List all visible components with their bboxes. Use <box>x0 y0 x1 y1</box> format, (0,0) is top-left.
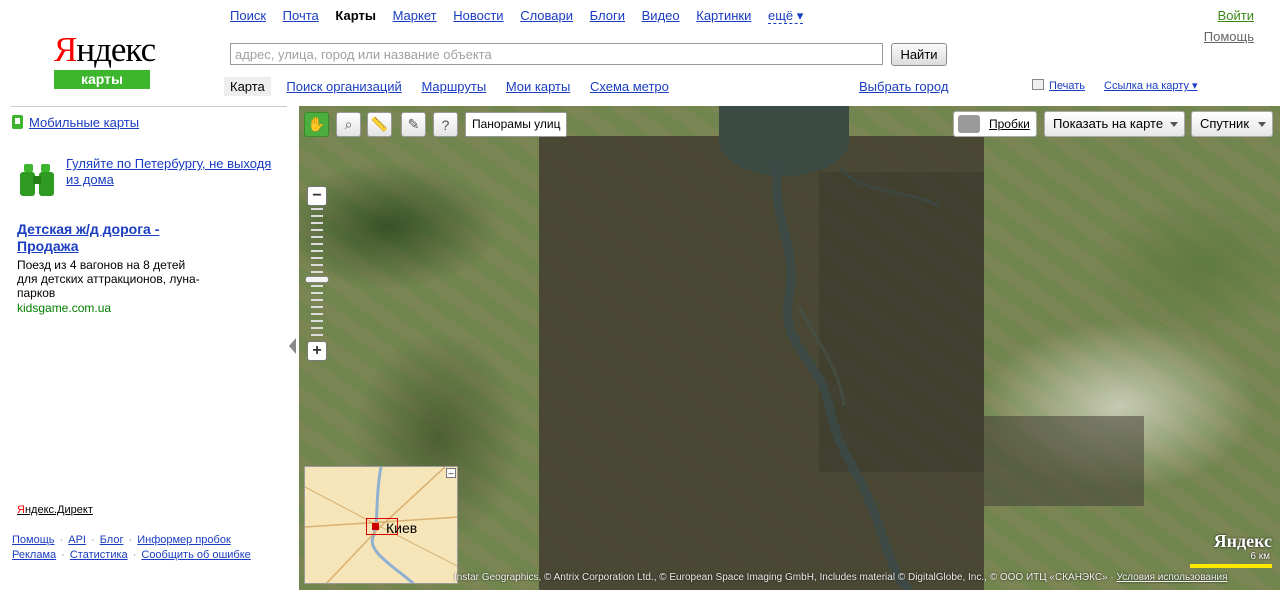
chevron-down-icon <box>1170 122 1178 127</box>
print-label: Печать <box>1049 80 1086 92</box>
ad-domain[interactable]: kidsgame.com.ua <box>17 301 111 315</box>
footer-report-error[interactable]: Сообщить об ошибке <box>141 549 250 561</box>
terms-of-use-link[interactable]: Условия использования <box>1117 572 1228 583</box>
service-market[interactable]: Маркет <box>393 8 437 23</box>
what-is-here-tool-icon[interactable]: ? <box>433 112 458 137</box>
zoom-out-button[interactable]: − <box>307 186 327 206</box>
overview-minimap[interactable]: – Киев <box>304 466 458 584</box>
zoom-slider-track[interactable] <box>311 208 323 338</box>
minimap-collapse-button[interactable]: – <box>446 468 456 478</box>
search-button[interactable]: Найти <box>891 43 947 66</box>
chevron-down-icon <box>1258 122 1266 127</box>
yandex-maps-logo[interactable]: Яндекс карты <box>54 30 156 89</box>
mobile-phone-icon <box>12 115 23 129</box>
scale-bar <box>1190 564 1272 568</box>
login-link[interactable]: Войти <box>1218 8 1254 23</box>
choose-city-link[interactable]: Выбрать город <box>859 79 948 94</box>
panorama-promo-link[interactable]: Гуляйте по Петербургу, не выходя из дома <box>66 156 280 188</box>
tab-org-search[interactable]: Поиск организаций <box>286 79 401 94</box>
zoom-control: − + <box>305 186 329 361</box>
service-dictionaries[interactable]: Словари <box>520 8 573 23</box>
search-input[interactable] <box>230 43 883 65</box>
zoom-in-button[interactable]: + <box>307 341 327 361</box>
app-window: Яндекс карты Поиск Почта Карты Маркет Но… <box>0 0 1280 590</box>
tab-map[interactable]: Карта <box>224 77 271 96</box>
map-tabs: Карта Поиск организаций Маршруты Мои кар… <box>224 77 685 96</box>
street-panoramas-button[interactable]: Панорамы улиц <box>465 112 568 137</box>
sidebar-divider <box>11 106 287 107</box>
mobile-maps-link[interactable]: Мобильные карты <box>12 115 139 130</box>
left-sidebar: Мобильные карты Гуляйте по Петербургу, н… <box>0 106 287 590</box>
print-button[interactable]: Печать <box>1032 79 1085 92</box>
zoom-slider-thumb[interactable] <box>305 276 329 283</box>
service-news[interactable]: Новости <box>453 8 503 23</box>
footer-api[interactable]: API <box>68 534 86 546</box>
footer-blog[interactable]: Блог <box>100 534 124 546</box>
services-more-dropdown[interactable]: ещё ▾ <box>767 8 804 24</box>
scale-label: 6 км <box>1250 551 1270 562</box>
service-search[interactable]: Поиск <box>230 8 266 23</box>
map-link-dropdown[interactable]: Ссылка на карту ▾ <box>1104 79 1198 92</box>
map-brand-logo: Яндекс <box>1213 531 1272 551</box>
footer-help[interactable]: Помощь <box>12 534 55 546</box>
footer-traffic-informer[interactable]: Информер пробок <box>137 534 231 546</box>
map-layer-dropdown[interactable]: Спутник <box>1191 111 1273 137</box>
service-maps-current: Карты <box>335 8 376 23</box>
service-video[interactable]: Видео <box>642 8 680 23</box>
service-mail[interactable]: Почта <box>283 8 319 23</box>
tab-metro-scheme[interactable]: Схема метро <box>590 79 669 94</box>
footer-links-row-1: Помощь · API · Блог · Информер пробок <box>12 534 231 546</box>
services-nav: Поиск Почта Карты Маркет Новости Словари… <box>230 8 816 24</box>
traffic-toggle[interactable]: Пробки <box>953 111 1037 137</box>
binoculars-icon[interactable] <box>18 162 56 198</box>
bubble-placemark-tool-icon[interactable]: ✎ <box>401 112 426 137</box>
hand-drag-tool[interactable]: ✋ <box>304 112 329 137</box>
footer-statistics[interactable]: Статистика <box>70 549 128 561</box>
help-link[interactable]: Помощь <box>1204 29 1254 44</box>
collapse-sidebar-arrow-icon[interactable] <box>289 338 296 354</box>
logo-wordmark: Яндекс <box>54 30 156 69</box>
printer-icon <box>1032 79 1044 90</box>
traffic-light-icon <box>958 115 980 133</box>
tab-my-maps[interactable]: Мои карты <box>506 79 571 94</box>
footer-advertising[interactable]: Реклама <box>12 549 56 561</box>
map-copyright: Instar Geographics, © Antrix Corporation… <box>454 572 1228 583</box>
traffic-label: Пробки <box>989 117 1030 131</box>
logo-subtitle: карты <box>54 70 150 89</box>
minimap-city-label: Киев <box>386 520 418 536</box>
footer-links-row-2: Реклама · Статистика · Сообщить об ошибке <box>12 549 251 561</box>
yandex-direct-link[interactable]: Яндекс.Директ <box>17 504 93 516</box>
city-marker-icon <box>372 523 379 530</box>
service-blogs[interactable]: Блоги <box>590 8 625 23</box>
magnifier-zoom-tool-icon[interactable]: ⌕ <box>336 112 361 137</box>
show-on-map-dropdown[interactable]: Показать на карте <box>1044 111 1185 137</box>
ad-title-link[interactable]: Детская ж/д дорога - Продажа <box>17 221 197 255</box>
tab-routes[interactable]: Маршруты <box>421 79 486 94</box>
ruler-tool-icon[interactable]: 📏 <box>367 112 392 137</box>
service-images[interactable]: Картинки <box>696 8 751 23</box>
ad-text: Поезд из 4 вагонов на 8 детей для детски… <box>17 258 200 300</box>
satellite-map[interactable]: ✋ ⌕ 📏 ✎ ? Панорамы улиц Пробки Показать … <box>299 106 1280 590</box>
